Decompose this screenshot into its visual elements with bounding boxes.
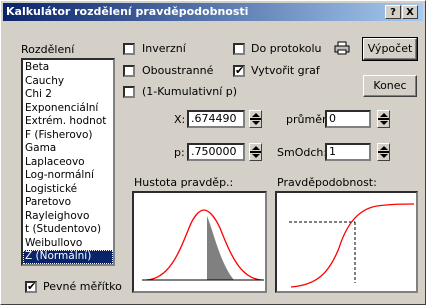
distribution-list[interactable]: Beta Cauchy Chi 2 Exponenciální Extrém. …: [21, 58, 115, 266]
mean-input[interactable]: 0: [325, 110, 371, 128]
p-spinner[interactable]: [249, 143, 262, 161]
spin-down-icon[interactable]: [380, 154, 388, 158]
density-graph: [132, 191, 267, 293]
to-report-label: Do protokolu: [251, 42, 322, 55]
one-minus-checkbox[interactable]: [123, 86, 135, 98]
check-mark-icon: ✔: [235, 64, 245, 77]
list-item[interactable]: t (Studentovo): [23, 223, 113, 237]
list-item[interactable]: Extrém. hodnot: [23, 115, 113, 129]
p-input[interactable]: .750000: [187, 143, 245, 161]
density-plot: [142, 209, 264, 281]
spin-down-icon[interactable]: [380, 121, 388, 125]
end-button[interactable]: Konec: [363, 75, 417, 97]
create-graph-label: Vytvořit graf: [251, 64, 320, 77]
mean-label: průměr:: [286, 113, 330, 126]
window-title: Kalkulátor rozdělení pravděpodobnosti: [6, 5, 249, 18]
spin-up-icon[interactable]: [252, 146, 260, 150]
list-item[interactable]: Rayleighovo: [23, 210, 113, 224]
spin-up-icon[interactable]: [380, 146, 388, 150]
list-item[interactable]: Chi 2: [23, 88, 113, 102]
compute-button[interactable]: Výpočet: [362, 37, 418, 61]
cumulative-plot: [289, 203, 415, 288]
density-title: Hustota pravděp.:: [134, 176, 234, 189]
x-spinner[interactable]: [249, 110, 262, 128]
mean-spinner[interactable]: [377, 110, 390, 128]
inverse-checkbox[interactable]: [123, 43, 135, 55]
two-sided-label: Oboustranné: [142, 64, 214, 77]
sd-spinner[interactable]: [377, 143, 390, 161]
list-item[interactable]: Laplaceovo: [23, 156, 113, 170]
cumulative-graph: [275, 191, 418, 293]
two-sided-checkbox[interactable]: [123, 65, 135, 77]
printer-icon[interactable]: [334, 41, 350, 55]
p-label: p:: [174, 146, 185, 159]
spin-down-icon[interactable]: [252, 121, 260, 125]
density-shaded-area: [207, 216, 234, 280]
list-item[interactable]: Cauchy: [23, 75, 113, 89]
x-input[interactable]: .674490: [187, 110, 245, 128]
create-graph-checkbox[interactable]: ✔: [233, 64, 245, 77]
list-item[interactable]: Exponenciální: [23, 102, 113, 116]
list-item-selected[interactable]: Z (Normální): [23, 250, 113, 264]
spin-up-icon[interactable]: [252, 113, 260, 117]
list-item[interactable]: Paretovo: [23, 196, 113, 210]
fixed-scale-checkbox[interactable]: ✔: [25, 280, 37, 293]
help-button[interactable]: ?: [385, 5, 401, 19]
spin-up-icon[interactable]: [380, 113, 388, 117]
cumulative-curve: [290, 203, 415, 288]
list-item[interactable]: Weibullovo: [23, 237, 113, 251]
cumulative-title: Pravděpodobnost:: [277, 176, 377, 189]
calculator-window: Kalkulátor rozdělení pravděpodobnosti ? …: [0, 0, 426, 305]
sd-label: SmOdch:: [277, 146, 328, 159]
fixed-scale-label: Pevné měřítko: [43, 280, 122, 293]
list-item[interactable]: Gama: [23, 142, 113, 156]
spin-down-icon[interactable]: [252, 154, 260, 158]
list-item[interactable]: Log-normální: [23, 169, 113, 183]
check-mark-icon: ✔: [27, 280, 37, 293]
inverse-label: Inverzní: [142, 42, 186, 55]
title-bar[interactable]: Kalkulátor rozdělení pravděpodobnosti ? …: [3, 3, 423, 21]
list-item[interactable]: F (Fisherovo): [23, 129, 113, 143]
close-button[interactable]: X: [402, 5, 418, 19]
list-item[interactable]: Logistické: [23, 183, 113, 197]
list-item[interactable]: Beta: [23, 61, 113, 75]
distribution-label: Rozdělení: [21, 43, 75, 56]
density-curve: [145, 209, 263, 281]
x-label: X:: [174, 113, 186, 126]
sd-input[interactable]: 1: [325, 143, 371, 161]
to-report-checkbox[interactable]: [233, 43, 245, 55]
one-minus-label: (1-Kumulativní p): [142, 85, 238, 98]
